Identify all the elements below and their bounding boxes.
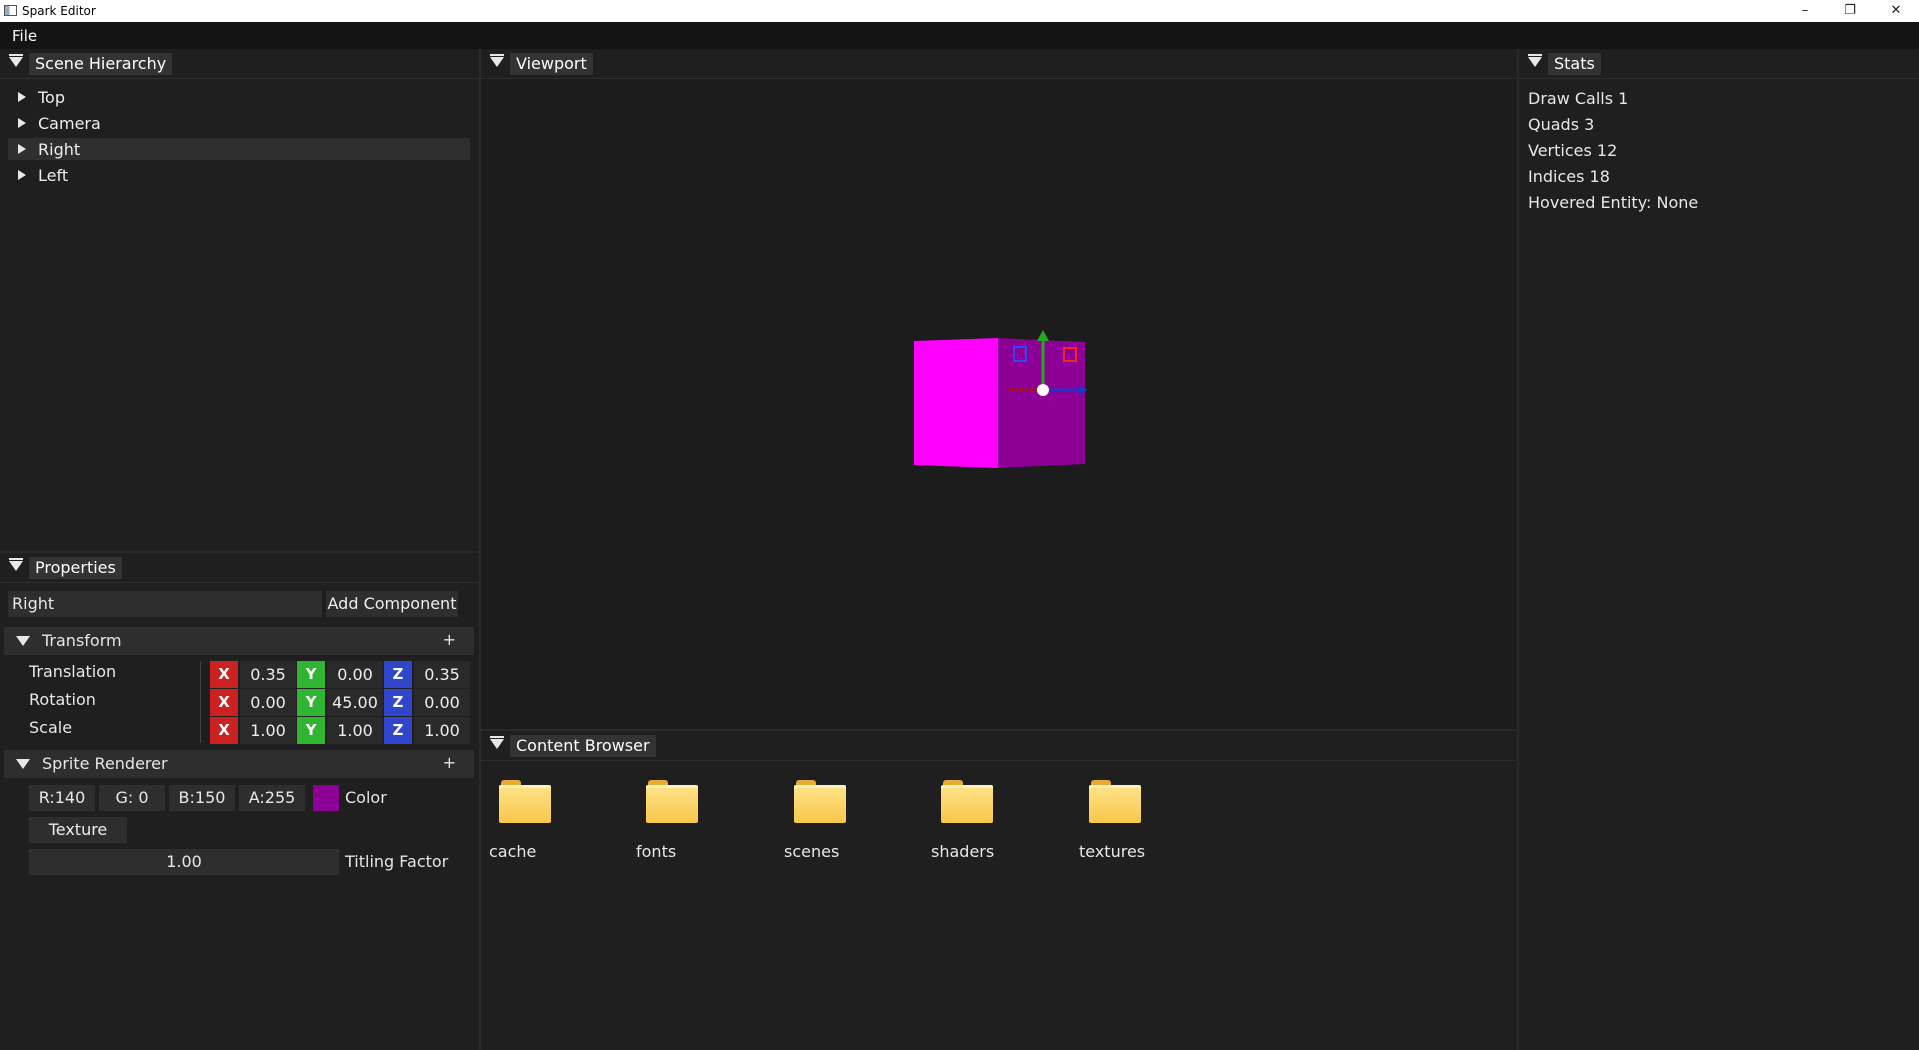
folder-label[interactable]: textures (1079, 842, 1145, 861)
sprite-renderer-settings-button[interactable]: + (443, 753, 456, 772)
viewport-panel[interactable]: Viewport (481, 49, 1517, 729)
panel-header: Scene Hierarchy (0, 49, 479, 79)
color-a-field[interactable]: A:255 (239, 785, 305, 811)
folder-label[interactable]: cache (489, 842, 536, 861)
translation-y-button[interactable]: Y (297, 661, 325, 688)
scale-z-field[interactable]: 1.00 (414, 717, 470, 744)
expand-arrow-icon[interactable] (18, 118, 26, 128)
section-title: Sprite Renderer (42, 754, 168, 773)
minimize-button[interactable]: – (1782, 0, 1828, 22)
folder-icon[interactable] (1089, 780, 1141, 824)
scene-hierarchy-panel: Scene Hierarchy Top Camera Right Left (0, 49, 479, 551)
collapse-icon[interactable] (16, 636, 30, 646)
collapse-icon[interactable] (9, 558, 23, 571)
rotation-z-button[interactable]: Z (384, 689, 412, 716)
tree-item-right[interactable]: Right (8, 138, 470, 160)
expand-arrow-icon[interactable] (18, 144, 26, 154)
color-swatch[interactable] (313, 785, 339, 811)
stat-indices: Indices 18 (1528, 167, 1610, 186)
collapse-icon[interactable] (16, 759, 30, 769)
translation-x-field[interactable]: 0.35 (240, 661, 296, 688)
folder-icon[interactable] (794, 780, 846, 824)
translation-z-button[interactable]: Z (384, 661, 412, 688)
app-icon (4, 5, 17, 16)
rotation-x-field[interactable]: 0.00 (240, 689, 296, 716)
scale-z-button[interactable]: Z (384, 717, 412, 744)
tab-stats[interactable]: Stats (1548, 53, 1601, 75)
stat-vertices: Vertices 12 (1528, 141, 1618, 160)
scale-label: Scale (29, 718, 73, 737)
cube-front-face[interactable] (914, 338, 998, 468)
tab-scene-hierarchy[interactable]: Scene Hierarchy (29, 53, 173, 75)
folder-label[interactable]: fonts (636, 842, 676, 861)
transform-section-header[interactable]: Transform + (4, 627, 474, 655)
tab-content-browser[interactable]: Content Browser (510, 735, 656, 757)
rotation-y-field[interactable]: 45.00 (327, 689, 383, 716)
tree-item-label: Left (38, 166, 69, 185)
tree-item-top[interactable]: Top (8, 86, 470, 108)
gizmo-center-icon[interactable] (1037, 384, 1049, 396)
translation-label: Translation (29, 662, 117, 681)
window-title: Spark Editor (22, 4, 96, 18)
rotation-y-button[interactable]: Y (297, 689, 325, 716)
scale-y-button[interactable]: Y (297, 717, 325, 744)
add-component-button[interactable]: Add Component (326, 591, 458, 617)
menu-bar: File (0, 22, 1919, 49)
section-title: Transform (42, 631, 122, 650)
tab-properties[interactable]: Properties (29, 557, 122, 579)
folder-label[interactable]: scenes (784, 842, 839, 861)
scale-x-button[interactable]: X (210, 717, 238, 744)
column-divider (200, 661, 201, 743)
collapse-icon[interactable] (9, 54, 23, 67)
sprite-renderer-section-header[interactable]: Sprite Renderer + (4, 750, 474, 778)
stat-quads: Quads 3 (1528, 115, 1595, 134)
translation-y-field[interactable]: 0.00 (327, 661, 383, 688)
stat-hovered-entity: Hovered Entity: None (1528, 193, 1699, 212)
close-button[interactable]: ✕ (1873, 0, 1919, 22)
entity-name-input[interactable]: Right (8, 591, 322, 617)
color-r-field[interactable]: R:140 (29, 785, 95, 811)
panel-divider[interactable] (481, 729, 1517, 731)
expand-arrow-icon[interactable] (18, 92, 26, 102)
collapse-icon[interactable] (1528, 54, 1542, 67)
panel-header: Properties (0, 553, 479, 583)
translation-z-field[interactable]: 0.35 (414, 661, 470, 688)
tree-item-camera[interactable]: Camera (8, 112, 470, 134)
texture-button[interactable]: Texture (29, 817, 127, 843)
tree-item-left[interactable]: Left (8, 164, 470, 186)
color-b-field[interactable]: B:150 (169, 785, 235, 811)
title-bar: Spark Editor – ❐ ✕ (0, 0, 1919, 22)
scale-y-field[interactable]: 1.00 (327, 717, 383, 744)
menu-file[interactable]: File (12, 27, 37, 45)
translation-x-button[interactable]: X (210, 661, 238, 688)
tree-item-label: Camera (38, 114, 101, 133)
scale-x-field[interactable]: 1.00 (240, 717, 296, 744)
folder-icon[interactable] (499, 780, 551, 824)
color-label: Color (345, 788, 387, 807)
rotation-label: Rotation (29, 690, 96, 709)
tree-item-label: Right (38, 140, 81, 159)
panel-divider[interactable] (0, 551, 479, 553)
folder-icon[interactable] (941, 780, 993, 824)
rotation-z-field[interactable]: 0.00 (414, 689, 470, 716)
gizmo-y-arrow-icon[interactable] (1037, 330, 1049, 341)
expand-arrow-icon[interactable] (18, 170, 26, 180)
folder-icon[interactable] (646, 780, 698, 824)
content-browser-panel: Content Browser (481, 731, 1517, 1050)
collapse-icon[interactable] (490, 736, 504, 749)
stat-draw-calls: Draw Calls 1 (1528, 89, 1629, 108)
rotation-x-button[interactable]: X (210, 689, 238, 716)
panel-header: Stats (1519, 49, 1919, 79)
tiling-factor-label: Titling Factor (345, 852, 449, 871)
panel-header: Content Browser (481, 731, 1517, 761)
color-g-field[interactable]: G: 0 (99, 785, 165, 811)
tiling-factor-slider[interactable]: 1.00 (29, 849, 339, 875)
restore-button[interactable]: ❐ (1827, 0, 1873, 22)
scene-render[interactable] (481, 49, 1517, 729)
tree-item-label: Top (38, 88, 65, 107)
folder-label[interactable]: shaders (931, 842, 994, 861)
transform-settings-button[interactable]: + (443, 630, 456, 649)
